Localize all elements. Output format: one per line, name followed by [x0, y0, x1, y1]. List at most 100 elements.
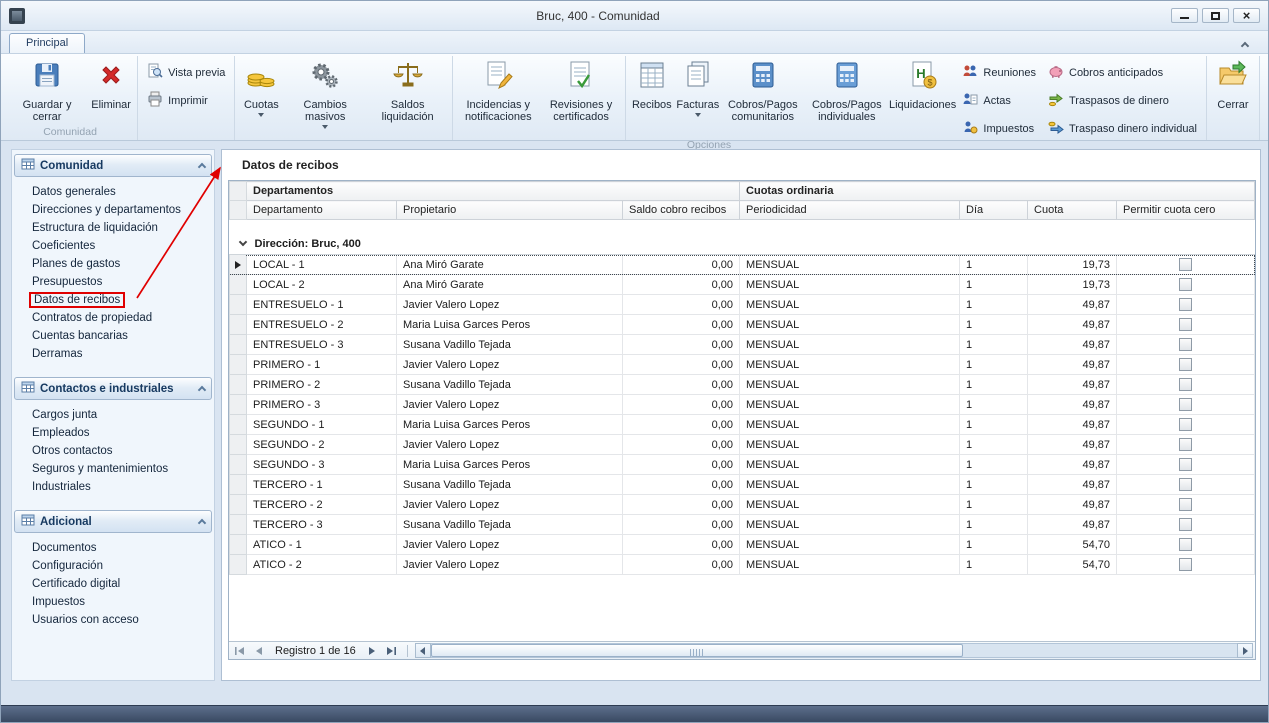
column-header-propietario[interactable]: Propietario	[397, 201, 623, 220]
cell-periodicidad[interactable]: MENSUAL	[740, 395, 960, 415]
table-row[interactable]: SEGUNDO - 2 Javier Valero Lopez 0,00 MEN…	[230, 435, 1255, 455]
cell-departamento[interactable]: ENTRESUELO - 3	[247, 335, 397, 355]
cell-dia[interactable]: 1	[960, 515, 1028, 535]
column-header-periodicidad[interactable]: Periodicidad	[740, 201, 960, 220]
cell-cuota[interactable]: 54,70	[1028, 555, 1117, 575]
traspaso-dinero-individual-button[interactable]: Traspaso dinero individual	[1044, 118, 1201, 139]
cell-saldo[interactable]: 0,00	[623, 495, 740, 515]
cell-departamento[interactable]: LOCAL - 1	[247, 255, 397, 275]
cell-saldo[interactable]: 0,00	[623, 335, 740, 355]
table-row[interactable]: SEGUNDO - 3 Maria Luisa Garces Peros 0,0…	[230, 455, 1255, 475]
group-row[interactable]: Dirección: Bruc, 400	[230, 235, 1255, 255]
table-row[interactable]: PRIMERO - 2 Susana Vadillo Tejada 0,00 M…	[230, 375, 1255, 395]
saldos-liquidacion-button[interactable]: Saldos liquidación	[366, 56, 449, 124]
cuota-cero-checkbox[interactable]	[1179, 438, 1192, 451]
sidebar-item[interactable]: Datos de recibos	[14, 291, 212, 309]
cell-periodicidad[interactable]: MENSUAL	[740, 315, 960, 335]
cell-propietario[interactable]: Javier Valero Lopez	[397, 355, 623, 375]
cell-periodicidad[interactable]: MENSUAL	[740, 295, 960, 315]
cell-saldo[interactable]: 0,00	[623, 535, 740, 555]
cell-departamento[interactable]: ENTRESUELO - 1	[247, 295, 397, 315]
cell-dia[interactable]: 1	[960, 555, 1028, 575]
cuota-cero-checkbox[interactable]	[1179, 298, 1192, 311]
cell-cuota[interactable]: 19,73	[1028, 275, 1117, 295]
facturas-button[interactable]: Facturas	[675, 56, 721, 118]
table-row[interactable]: ENTRESUELO - 1 Javier Valero Lopez 0,00 …	[230, 295, 1255, 315]
sidebar-item[interactable]: Derramas	[14, 345, 212, 363]
cell-dia[interactable]: 1	[960, 395, 1028, 415]
cell-cuota[interactable]: 49,87	[1028, 415, 1117, 435]
cell-departamento[interactable]: LOCAL - 2	[247, 275, 397, 295]
cell-propietario[interactable]: Maria Luisa Garces Peros	[397, 315, 623, 335]
cell-saldo[interactable]: 0,00	[623, 435, 740, 455]
table-row[interactable]: TERCERO - 2 Javier Valero Lopez 0,00 MEN…	[230, 495, 1255, 515]
cell-periodicidad[interactable]: MENSUAL	[740, 475, 960, 495]
cell-saldo[interactable]: 0,00	[623, 315, 740, 335]
cell-dia[interactable]: 1	[960, 275, 1028, 295]
cell-departamento[interactable]: SEGUNDO - 2	[247, 435, 397, 455]
cell-saldo[interactable]: 0,00	[623, 475, 740, 495]
cell-dia[interactable]: 1	[960, 535, 1028, 555]
imprimir-button[interactable]: Imprimir	[143, 90, 229, 111]
cell-cuota[interactable]: 49,87	[1028, 495, 1117, 515]
cambios-masivos-button[interactable]: Cambios masivos	[284, 56, 366, 130]
cell-propietario[interactable]: Javier Valero Lopez	[397, 495, 623, 515]
cell-periodicidad[interactable]: MENSUAL	[740, 335, 960, 355]
actas-button[interactable]: Actas	[958, 90, 1040, 111]
table-row[interactable]: LOCAL - 2 Ana Miró Garate 0,00 MENSUAL 1…	[230, 275, 1255, 295]
cell-periodicidad[interactable]: MENSUAL	[740, 535, 960, 555]
cell-saldo[interactable]: 0,00	[623, 295, 740, 315]
cell-periodicidad[interactable]: MENSUAL	[740, 255, 960, 275]
cell-propietario[interactable]: Maria Luisa Garces Peros	[397, 415, 623, 435]
cell-dia[interactable]: 1	[960, 375, 1028, 395]
cell-dia[interactable]: 1	[960, 435, 1028, 455]
cell-departamento[interactable]: TERCERO - 2	[247, 495, 397, 515]
cell-cuota[interactable]: 49,87	[1028, 355, 1117, 375]
table-row[interactable]: SEGUNDO - 1 Maria Luisa Garces Peros 0,0…	[230, 415, 1255, 435]
sidebar-item[interactable]: Empleados	[14, 424, 212, 442]
cell-dia[interactable]: 1	[960, 475, 1028, 495]
cell-propietario[interactable]: Susana Vadillo Tejada	[397, 515, 623, 535]
cell-propietario[interactable]: Ana Miró Garate	[397, 255, 623, 275]
sidebar-item[interactable]: Certificado digital	[14, 575, 212, 593]
cell-propietario[interactable]: Javier Valero Lopez	[397, 555, 623, 575]
column-header-saldo[interactable]: Saldo cobro recibos	[623, 201, 740, 220]
cell-dia[interactable]: 1	[960, 335, 1028, 355]
cell-departamento[interactable]: PRIMERO - 3	[247, 395, 397, 415]
table-row[interactable]: ENTRESUELO - 2 Maria Luisa Garces Peros …	[230, 315, 1255, 335]
cuota-cero-checkbox[interactable]	[1179, 418, 1192, 431]
sidebar-item[interactable]: Presupuestos	[14, 273, 212, 291]
sidebar-item[interactable]: Impuestos	[14, 593, 212, 611]
cell-saldo[interactable]: 0,00	[623, 415, 740, 435]
cell-periodicidad[interactable]: MENSUAL	[740, 275, 960, 295]
cuotas-button[interactable]: Cuotas	[238, 56, 284, 118]
cobros-pagos-individuales-button[interactable]: Cobros/Pagos individuales	[805, 56, 889, 124]
cell-propietario[interactable]: Javier Valero Lopez	[397, 435, 623, 455]
maximize-button[interactable]	[1202, 8, 1229, 23]
cell-propietario[interactable]: Javier Valero Lopez	[397, 395, 623, 415]
reuniones-button[interactable]: Reuniones	[958, 62, 1040, 83]
sidebar-item[interactable]: Usuarios con acceso	[14, 611, 212, 629]
cobros-anticipados-button[interactable]: Cobros anticipados	[1044, 62, 1201, 83]
first-record-button[interactable]	[231, 643, 248, 658]
last-record-button[interactable]	[383, 643, 400, 658]
cell-saldo[interactable]: 0,00	[623, 515, 740, 535]
cell-saldo[interactable]: 0,00	[623, 255, 740, 275]
sidebar-item[interactable]: Direcciones y departamentos	[14, 201, 212, 219]
horizontal-scrollbar[interactable]	[415, 643, 1253, 658]
guardar-y-cerrar-button[interactable]: Guardar y cerrar	[6, 56, 88, 124]
cell-propietario[interactable]: Susana Vadillo Tejada	[397, 375, 623, 395]
cell-propietario[interactable]: Susana Vadillo Tejada	[397, 335, 623, 355]
cell-propietario[interactable]: Susana Vadillo Tejada	[397, 475, 623, 495]
cell-cuota[interactable]: 49,87	[1028, 375, 1117, 395]
cell-periodicidad[interactable]: MENSUAL	[740, 435, 960, 455]
tab-principal[interactable]: Principal	[9, 33, 85, 53]
cell-propietario[interactable]: Javier Valero Lopez	[397, 535, 623, 555]
cell-cuota[interactable]: 54,70	[1028, 535, 1117, 555]
cell-periodicidad[interactable]: MENSUAL	[740, 375, 960, 395]
cuota-cero-checkbox[interactable]	[1179, 558, 1192, 571]
cell-dia[interactable]: 1	[960, 295, 1028, 315]
cuota-cero-checkbox[interactable]	[1179, 518, 1192, 531]
cell-periodicidad[interactable]: MENSUAL	[740, 555, 960, 575]
cell-dia[interactable]: 1	[960, 455, 1028, 475]
